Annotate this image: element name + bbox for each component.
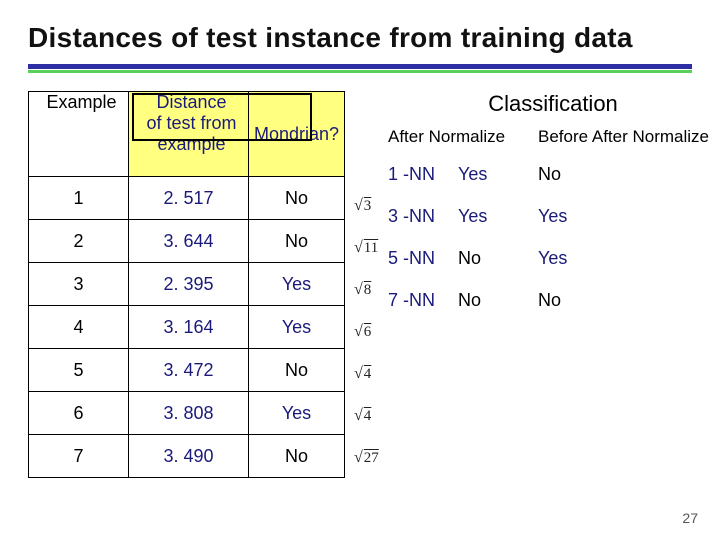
after-normalize-value: No (458, 290, 538, 311)
mondrian-cell: No (249, 177, 345, 220)
sqrt-cell: √6 (354, 311, 379, 353)
mondrian-cell: Yes (249, 392, 345, 435)
slide-title: Distances of test instance from training… (28, 22, 692, 54)
knn-label: 3 -NN (388, 206, 458, 227)
radical-icon: √ (354, 239, 363, 257)
table-row: 12. 517No (29, 177, 345, 220)
col-before-after-normalize: Before After Normalize (538, 127, 718, 147)
radical-icon: √ (354, 281, 363, 299)
sqrt-annotations: √3√11√8√6√4√4√27 (354, 185, 379, 479)
classification-table: 1 -NNYesNo3 -NNYesYes5 -NNNoYes7 -NNNoNo (388, 153, 718, 321)
title-rule (28, 64, 692, 73)
sqrt-cell: √27 (354, 437, 379, 479)
example-cell: 4 (29, 306, 129, 349)
knn-label: 1 -NN (388, 164, 458, 185)
before-normalize-value: No (538, 290, 608, 311)
distance-cell: 3. 472 (129, 349, 249, 392)
sqrt-value: 27 (364, 450, 379, 467)
radical-icon: √ (354, 197, 363, 215)
knn-label: 5 -NN (388, 248, 458, 269)
example-cell: 6 (29, 392, 129, 435)
example-header: Example (29, 92, 129, 177)
example-cell: 5 (29, 349, 129, 392)
mondrian-cell: No (249, 220, 345, 263)
rule-top (28, 64, 692, 69)
classification-header: Classification (388, 91, 718, 117)
before-normalize-value: Yes (538, 248, 608, 269)
example-cell: 3 (29, 263, 129, 306)
after-normalize-value: Yes (458, 206, 538, 227)
slide: Distances of test instance from training… (0, 0, 720, 540)
sqrt-cell: √11 (354, 227, 379, 269)
table-row: 23. 644No (29, 220, 345, 263)
page-number: 27 (682, 510, 698, 526)
classification-row: 3 -NNYesYes (388, 195, 718, 237)
rule-bot (28, 70, 692, 73)
radical-icon: √ (354, 365, 363, 383)
sqrt-value: 4 (364, 408, 372, 425)
before-normalize-value: Yes (538, 206, 608, 227)
sqrt-value: 8 (364, 282, 372, 299)
sqrt-value: 6 (364, 324, 372, 341)
sqrt-value: 3 (364, 198, 372, 215)
sqrt-cell: √4 (354, 353, 379, 395)
distance-cell: 3. 490 (129, 435, 249, 478)
classification-subheader: After Normalize Before After Normalize (388, 127, 718, 147)
mondrian-cell: No (249, 435, 345, 478)
sqrt-cell: √4 (354, 395, 379, 437)
classification-row: 1 -NNYesNo (388, 153, 718, 195)
classification-row: 7 -NNNoNo (388, 279, 718, 321)
distance-table: Example Distance of test from example Mo… (28, 91, 345, 478)
knn-label: 7 -NN (388, 290, 458, 311)
sqrt-cell: √3 (354, 185, 379, 227)
example-cell: 7 (29, 435, 129, 478)
distance-cell: 3. 164 (129, 306, 249, 349)
header-overlay-box (132, 93, 312, 141)
example-cell: 2 (29, 220, 129, 263)
example-cell: 1 (29, 177, 129, 220)
classification-block: Classification After Normalize Before Af… (388, 91, 718, 321)
classification-row: 5 -NNNoYes (388, 237, 718, 279)
sqrt-cell: √8 (354, 269, 379, 311)
after-normalize-value: Yes (458, 164, 538, 185)
radical-icon: √ (354, 407, 363, 425)
table-row: 32. 395Yes (29, 263, 345, 306)
mondrian-cell: No (249, 349, 345, 392)
mondrian-cell: Yes (249, 306, 345, 349)
table-row: 63. 808Yes (29, 392, 345, 435)
sqrt-value: 4 (364, 366, 372, 383)
table-row: 73. 490No (29, 435, 345, 478)
col-after-normalize: After Normalize (388, 127, 538, 147)
radical-icon: √ (354, 449, 363, 467)
distance-cell: 2. 395 (129, 263, 249, 306)
after-normalize-value: No (458, 248, 538, 269)
table-row: 43. 164Yes (29, 306, 345, 349)
distance-cell: 3. 644 (129, 220, 249, 263)
before-normalize-value: No (538, 164, 608, 185)
mondrian-cell: Yes (249, 263, 345, 306)
distance-cell: 2. 517 (129, 177, 249, 220)
table-row: 53. 472No (29, 349, 345, 392)
sqrt-value: 11 (364, 240, 378, 257)
radical-icon: √ (354, 323, 363, 341)
distance-cell: 3. 808 (129, 392, 249, 435)
